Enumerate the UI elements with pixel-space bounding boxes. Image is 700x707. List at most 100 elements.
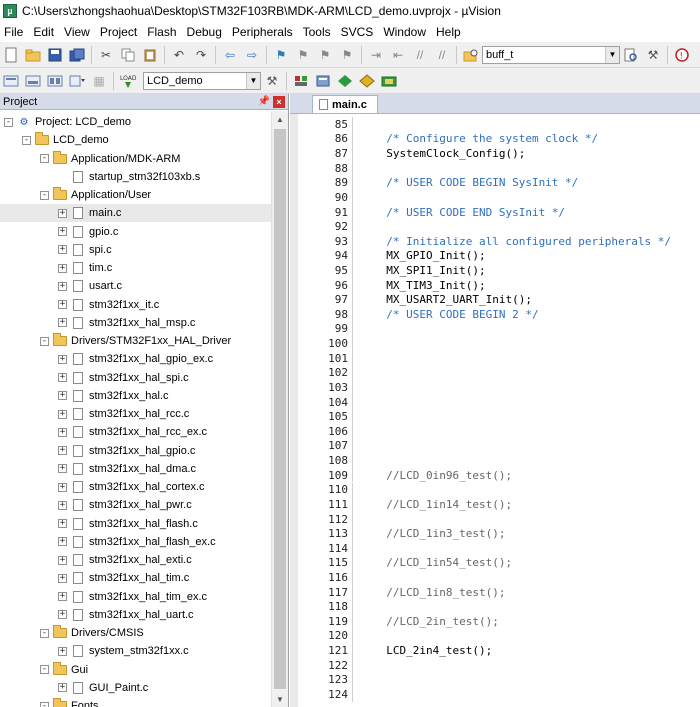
open-folder-icon[interactable] — [23, 45, 43, 65]
collapse-icon[interactable]: - — [4, 117, 13, 127]
menu-flash[interactable]: Flash — [142, 25, 181, 39]
batch-build-icon[interactable] — [67, 71, 87, 91]
target-options-icon[interactable]: ⚒ — [262, 71, 282, 91]
tree-file[interactable]: + GUI_Paint.c — [0, 679, 271, 697]
code-line[interactable]: 95 MX_SPI1_Init(); — [298, 263, 486, 278]
bookmark-icon[interactable]: ⚑ — [271, 45, 291, 65]
code-line[interactable]: 98 /* USER CODE BEGIN 2 */ — [298, 307, 539, 322]
find-combo[interactable]: buff_t ▼ — [482, 45, 620, 64]
code-line[interactable]: 101 — [298, 350, 373, 366]
clear-bookmarks-icon[interactable]: ⚑ — [337, 45, 357, 65]
code-line[interactable]: 110 — [298, 482, 373, 498]
copy-icon[interactable] — [118, 45, 138, 65]
tree-folder[interactable]: - Application/User — [0, 186, 271, 204]
menu-debug[interactable]: Debug — [182, 25, 227, 39]
code-line[interactable]: 100 — [298, 336, 373, 351]
tree-file[interactable]: + stm32f1xx_hal_gpio.c — [0, 442, 271, 460]
expand-icon[interactable]: + — [58, 208, 67, 218]
expand-icon[interactable]: + — [58, 300, 67, 309]
build-icon[interactable] — [23, 71, 43, 91]
expand-icon[interactable]: + — [58, 227, 67, 236]
code-line[interactable]: 85 — [298, 117, 373, 132]
event-recorder-icon[interactable] — [379, 71, 399, 91]
code-line[interactable]: 122 — [298, 657, 373, 673]
code-line[interactable]: 112 — [298, 511, 373, 527]
expand-icon[interactable]: + — [58, 683, 67, 693]
tab-main-c[interactable]: main.c — [312, 95, 378, 113]
collapse-icon[interactable]: - — [40, 154, 49, 163]
expand-icon[interactable]: + — [58, 354, 67, 364]
expand-icon[interactable]: + — [58, 281, 67, 291]
select-packs-icon[interactable] — [313, 71, 333, 91]
collapse-icon[interactable]: - — [22, 135, 31, 145]
navigate-forward-icon[interactable]: ⇨ — [242, 45, 262, 65]
find-icon[interactable] — [621, 45, 641, 65]
code-line[interactable]: 116 — [298, 570, 373, 585]
tree-file[interactable]: + gpio.c — [0, 223, 271, 241]
expand-icon[interactable]: + — [58, 500, 67, 510]
collapse-icon[interactable]: - — [40, 190, 49, 200]
expand-icon[interactable]: + — [58, 592, 67, 601]
code-line[interactable]: 96 MX_TIM3_Init(); — [298, 277, 486, 293]
new-file-icon[interactable] — [1, 45, 21, 65]
tree-file[interactable]: + tim.c — [0, 259, 271, 277]
code-line[interactable]: 106 — [298, 424, 373, 439]
code-line[interactable]: 87 SystemClock_Config(); — [298, 146, 525, 161]
redo-icon[interactable]: ↷ — [191, 45, 211, 65]
tree-file[interactable]: + stm32f1xx_hal_msp.c — [0, 314, 271, 332]
code-line[interactable]: 123 — [298, 672, 373, 688]
save-icon[interactable] — [45, 45, 65, 65]
code-line[interactable]: 94 MX_GPIO_Init(); — [298, 248, 486, 264]
manage-project-items-icon[interactable] — [291, 71, 311, 91]
collapse-icon[interactable]: - — [40, 336, 49, 346]
cut-icon[interactable]: ✂ — [96, 45, 116, 65]
code-area[interactable]: 85 86 /* Configure the system clock */87 … — [298, 114, 700, 707]
collapse-icon[interactable]: - — [40, 701, 49, 707]
expand-icon[interactable]: + — [58, 446, 67, 455]
collapse-icon[interactable]: - — [40, 665, 49, 674]
code-line[interactable]: 89 /* USER CODE BEGIN SysInit */ — [298, 175, 578, 191]
tree-file[interactable]: + stm32f1xx_hal_tim.c — [0, 569, 271, 587]
manage-runtime-icon[interactable] — [335, 71, 355, 91]
code-line[interactable]: 90 — [298, 190, 373, 205]
code-line[interactable]: 118 — [298, 599, 373, 615]
menu-svcs[interactable]: SVCS — [336, 25, 379, 39]
code-line[interactable]: 93 /* Initialize all configured peripher… — [298, 233, 671, 249]
scrollbar-thumb[interactable] — [274, 129, 286, 689]
project-tree-scrollbar[interactable]: ▲ ▼ — [271, 111, 288, 707]
rebuild-icon[interactable] — [45, 71, 65, 91]
expand-icon[interactable]: + — [58, 427, 67, 437]
tree-file[interactable]: + stm32f1xx_hal_uart.c — [0, 606, 271, 624]
download-icon[interactable]: LOAD — [118, 71, 138, 91]
tree-file[interactable]: + stm32f1xx_hal_dma.c — [0, 460, 271, 478]
code-line[interactable]: 97 MX_USART2_UART_Init(); — [298, 292, 532, 308]
expand-icon[interactable]: + — [58, 555, 67, 565]
expand-icon[interactable]: + — [58, 464, 67, 474]
menu-file[interactable]: File — [0, 25, 28, 39]
tree-file[interactable]: + stm32f1xx_it.c — [0, 296, 271, 314]
code-line[interactable]: 91 /* USER CODE END SysInit */ — [298, 204, 565, 220]
scroll-up-icon[interactable]: ▲ — [272, 111, 288, 127]
code-line[interactable]: 103 — [298, 380, 373, 395]
tree-file[interactable]: + spi.c — [0, 241, 271, 259]
code-line[interactable]: 109 //LCD_0in96_test(); — [298, 467, 512, 483]
tree-folder[interactable]: - Drivers/CMSIS — [0, 624, 271, 642]
code-line[interactable]: 120 — [298, 628, 373, 644]
stop-build-icon[interactable]: ▦ — [89, 71, 109, 91]
tree-file[interactable]: + usart.c — [0, 277, 271, 295]
expand-icon[interactable]: + — [58, 573, 67, 583]
code-line[interactable]: 117 //LCD_1in8_test(); — [298, 584, 505, 600]
close-icon[interactable]: × — [273, 95, 285, 108]
expand-icon[interactable]: + — [58, 519, 67, 528]
code-line[interactable]: 102 — [298, 365, 373, 381]
chevron-down-icon[interactable]: ▼ — [605, 46, 619, 63]
expand-icon[interactable]: + — [58, 391, 67, 401]
tree-file[interactable]: + stm32f1xx_hal_gpio_ex.c — [0, 350, 271, 368]
code-line[interactable]: 108 — [298, 453, 373, 468]
pin-icon[interactable]: 📌 — [258, 96, 270, 107]
tree-file[interactable]: startup_stm32f103xb.s — [0, 168, 271, 186]
next-bookmark-icon[interactable]: ⚑ — [315, 45, 335, 65]
paste-icon[interactable] — [140, 45, 160, 65]
indent-icon[interactable]: ⇥ — [366, 45, 386, 65]
scroll-down-icon[interactable]: ▼ — [272, 691, 288, 707]
